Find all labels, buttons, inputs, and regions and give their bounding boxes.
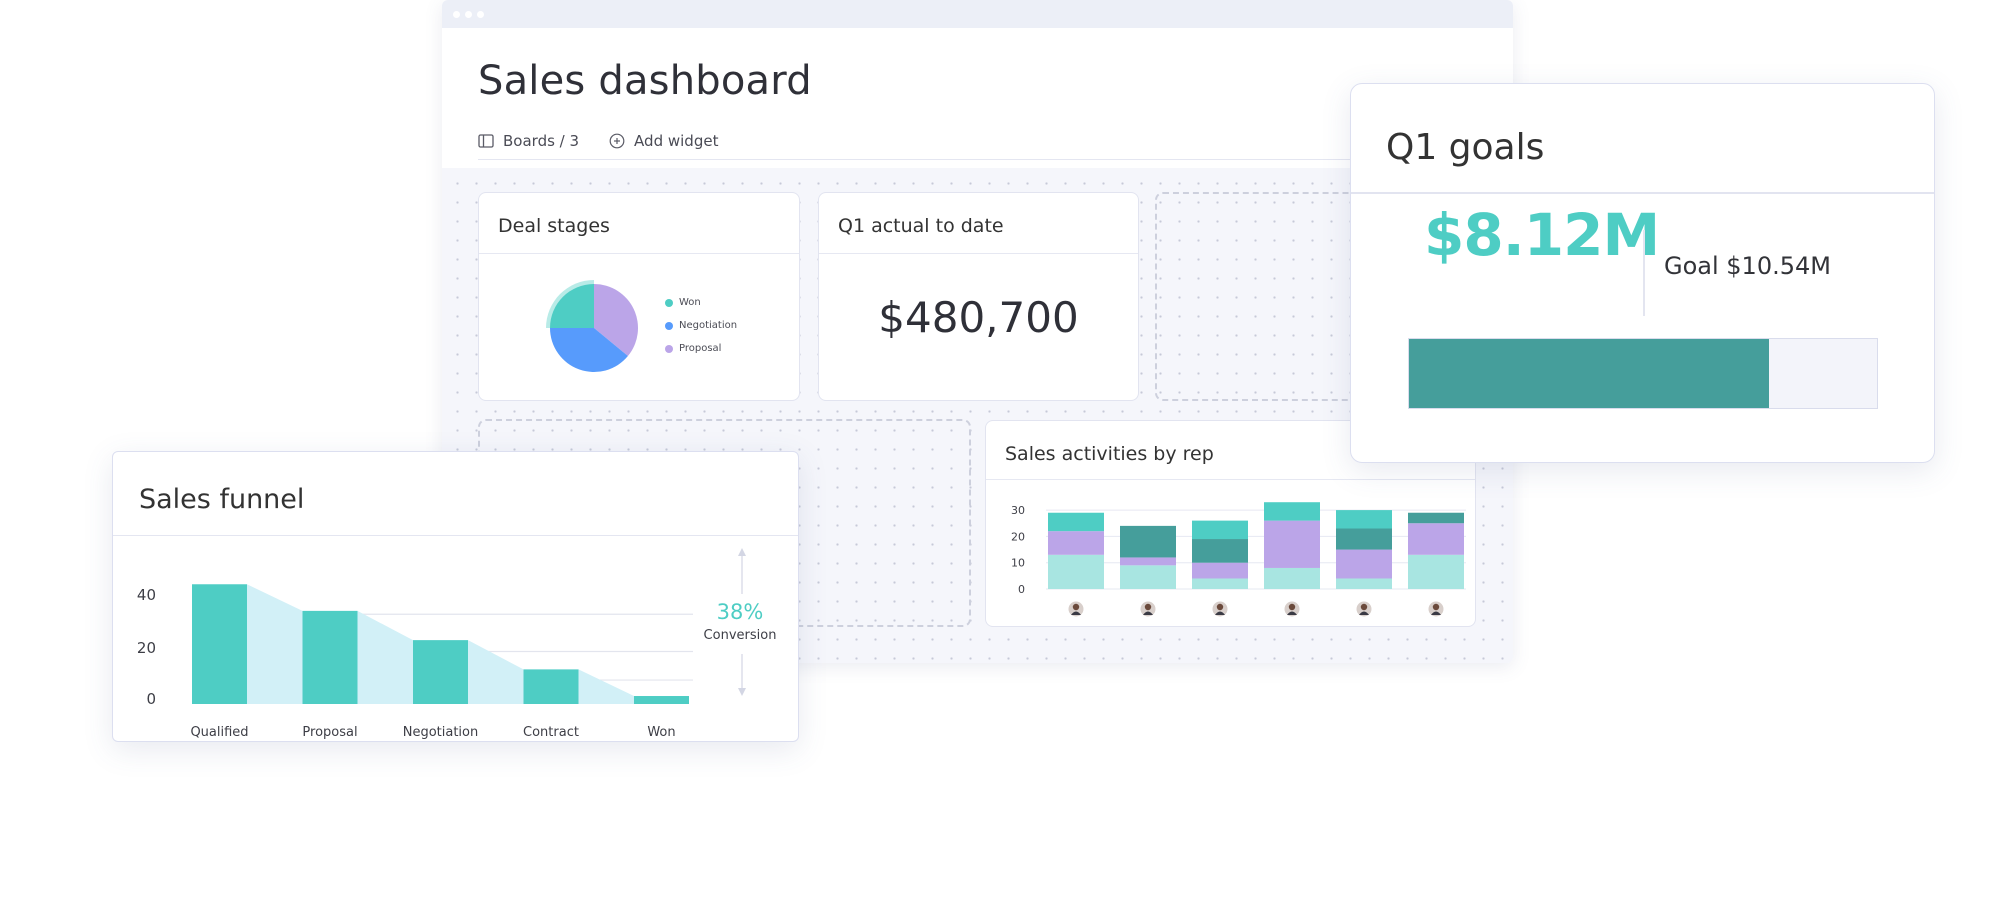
stacked-bar-segment: [1048, 531, 1104, 555]
arrow-down-icon: [738, 688, 746, 696]
widget-divider: [1351, 192, 1934, 194]
add-widget-button[interactable]: Add widget: [609, 132, 718, 150]
x-tick-label: Contract: [523, 725, 579, 740]
x-tick-label: Negotiation: [403, 725, 479, 740]
widget-title: Deal stages: [498, 215, 610, 237]
legend-label: Won: [679, 297, 701, 308]
q1-current-value: $8.12M: [1424, 201, 1660, 269]
boards-icon: [478, 134, 494, 148]
rep-avatar: [1284, 601, 1300, 617]
widget-divider: [479, 253, 799, 254]
avatar-head: [1072, 603, 1080, 611]
y-tick-label: 30: [1011, 504, 1025, 517]
rep-avatar: [1356, 601, 1372, 617]
boards-button[interactable]: Boards / 3: [478, 132, 579, 150]
y-tick-label: 10: [1011, 557, 1025, 570]
sales-activities-chart: 0 10 20 30: [1011, 502, 1466, 617]
avatar-head: [1144, 603, 1152, 611]
legend-dot-icon: [665, 321, 673, 330]
rep-avatar: [1068, 601, 1084, 617]
dashboard-toolbar: Boards / 3 Add widget: [478, 132, 718, 150]
legend-item-won: Won: [665, 297, 701, 308]
stacked-bar-segment: [1048, 554, 1104, 589]
funnel-bar-won: [634, 696, 689, 704]
stacked-bar-segment: [1336, 510, 1392, 529]
stacked-bar-segment: [1408, 512, 1464, 524]
deal-stages-pie-chart: [546, 280, 638, 372]
funnel-bar-contract: [523, 669, 579, 704]
avatar-head: [1432, 603, 1440, 611]
legend-label: Proposal: [679, 343, 722, 354]
stacked-bar-segment: [1048, 512, 1104, 532]
widget-title: Sales activities by rep: [1005, 443, 1214, 465]
stacked-bar-segment: [1192, 562, 1248, 579]
sales-funnel-card[interactable]: Sales funnel Qualified Proposal Negotiatio…: [112, 451, 799, 742]
deal-stages-widget[interactable]: Deal stages Won Negotiation Proposal: [478, 192, 800, 401]
conversion-label: Conversion: [703, 628, 777, 643]
stacked-bar-segment: [1192, 520, 1248, 540]
stacked-bar-segment: [1192, 578, 1248, 589]
x-tick-label: Won: [647, 725, 675, 740]
add-circle-icon: [609, 133, 625, 149]
stacked-bar-segment: [1336, 549, 1392, 579]
q1-actual-widget[interactable]: Q1 actual to date $480,700: [818, 192, 1139, 401]
y-tick-label: 40: [137, 586, 156, 604]
widget-divider: [819, 253, 1138, 254]
pie-slice-won: [550, 284, 594, 328]
window-dot-icon: [453, 11, 460, 18]
boards-label: Boards / 3: [503, 132, 580, 150]
stacked-bar-segment: [1120, 557, 1176, 566]
legend-item-negotiation: Negotiation: [665, 320, 737, 331]
rep-avatar: [1212, 601, 1228, 617]
funnel-bar-negotiation: [413, 640, 468, 704]
q1-goals-card[interactable]: Q1 goals $8.12M Goal $10.54M: [1350, 83, 1935, 463]
y-tick-label: 0: [1018, 583, 1025, 596]
avatar-head: [1288, 603, 1296, 611]
y-tick-label: 0: [146, 690, 156, 708]
stacked-bar-segment: [1336, 578, 1392, 589]
stacked-bar-segment: [1120, 565, 1176, 589]
widget-title: Q1 goals: [1386, 127, 1545, 168]
stacked-bar-segment: [1336, 528, 1392, 550]
legend-item-proposal: Proposal: [665, 343, 721, 354]
stacked-bar-segment: [1264, 502, 1320, 521]
rep-avatar: [1428, 601, 1444, 617]
value-separator: [1643, 230, 1645, 316]
stacked-bar-segment: [1264, 567, 1320, 589]
x-tick-label: Proposal: [302, 725, 357, 740]
window-dot-icon: [465, 11, 472, 18]
legend-dot-icon: [665, 344, 673, 353]
widget-title: Sales funnel: [139, 484, 305, 515]
arrow-up-icon: [738, 548, 746, 556]
x-tick-label: Qualified: [190, 725, 248, 740]
legend-label: Negotiation: [679, 320, 738, 331]
stacked-bar-segment: [1264, 520, 1320, 568]
widget-title: Q1 actual to date: [838, 215, 1004, 237]
legend-dot-icon: [665, 298, 673, 307]
conversion-percent: 38%: [716, 600, 764, 624]
goal-progress-bar: [1408, 338, 1878, 409]
avatar-head: [1216, 603, 1224, 611]
stacked-bar-segment: [1192, 539, 1248, 563]
rep-avatar: [1140, 601, 1156, 617]
stacked-bar-segment: [1408, 554, 1464, 589]
window-chrome: [442, 0, 1513, 28]
add-widget-label: Add widget: [634, 132, 719, 150]
window-dot-icon: [477, 11, 484, 18]
y-tick-label: 20: [137, 639, 156, 657]
avatar-head: [1360, 603, 1368, 611]
y-tick-label: 20: [1011, 530, 1025, 543]
widget-divider: [986, 479, 1475, 480]
stacked-bar-segment: [1120, 525, 1176, 558]
funnel-bar-proposal: [302, 610, 358, 704]
q1-goal-value: Goal $10.54M: [1664, 252, 1831, 280]
funnel-bar-qualified: [192, 584, 247, 704]
page-title: Sales dashboard: [478, 58, 812, 104]
q1-actual-value: $480,700: [878, 293, 1079, 342]
stacked-bar-segment: [1408, 523, 1464, 555]
goal-progress-fill: [1409, 339, 1770, 408]
